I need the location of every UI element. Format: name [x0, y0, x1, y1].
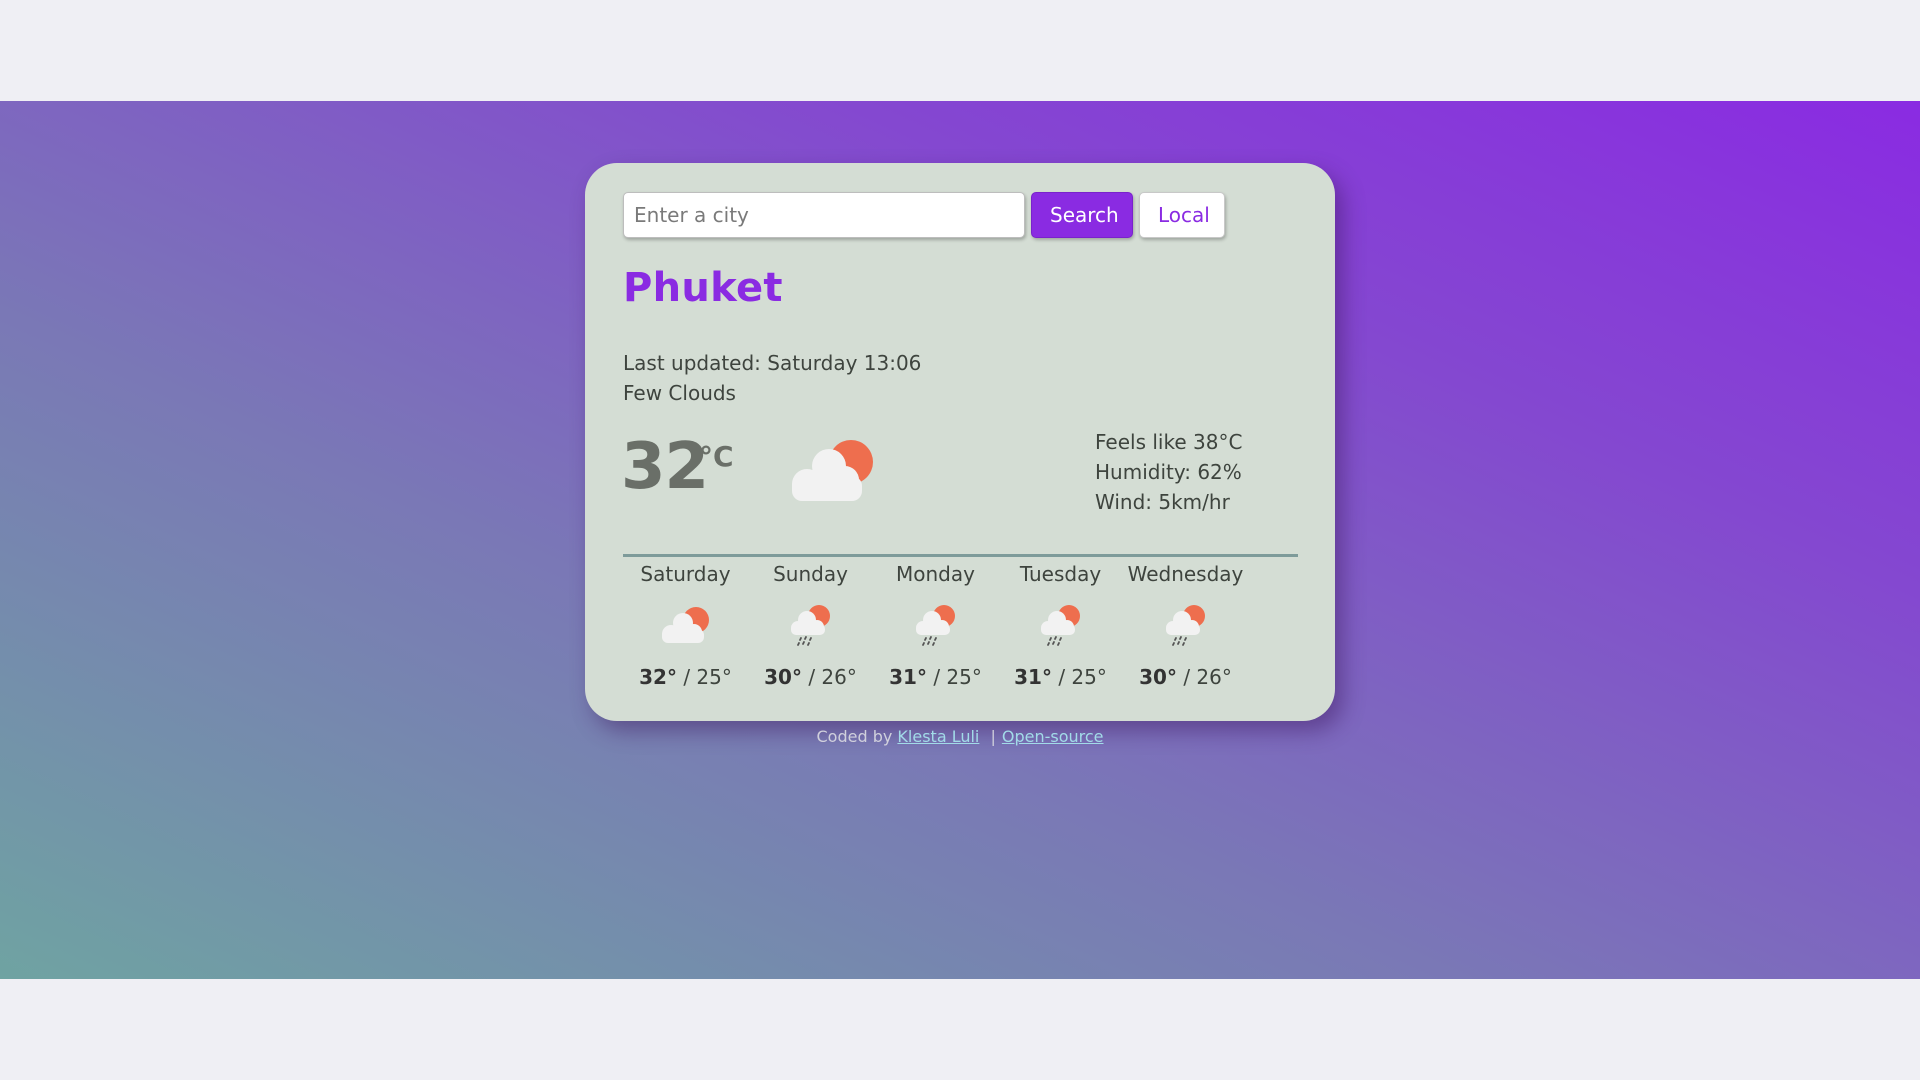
divider — [623, 554, 1298, 557]
forecast-low: 25° — [1071, 665, 1107, 689]
rain-icon — [1165, 605, 1205, 646]
forecast-temps: 31° / 25° — [889, 665, 982, 689]
few-clouds-icon — [792, 440, 873, 501]
weather-details: Feels like 38°C Humidity: 62% Wind: 5km/… — [1095, 427, 1242, 517]
current-temperature: 32 — [621, 430, 709, 504]
last-updated: Last updated: Saturday 13:06 — [623, 351, 922, 375]
temperature-unit: °C — [699, 440, 734, 473]
wind: Wind: 5km/hr — [1095, 490, 1230, 514]
forecast-high: 30° — [1139, 665, 1177, 689]
forecast-day-name: Wednesday — [1127, 562, 1244, 586]
forecast-low: 26° — [821, 665, 857, 689]
search-form: Search Local — [623, 192, 1225, 238]
humidity: Humidity: 62% — [1095, 460, 1242, 484]
forecast-day: Tuesday 31° / 25° — [998, 559, 1123, 689]
forecast-day: Sunday 30° / 26° — [748, 559, 873, 689]
forecast-day: Monday 31° / 25° — [873, 559, 998, 689]
rain-icon — [915, 605, 955, 646]
forecast-low: 25° — [696, 665, 732, 689]
weather-card: Search Local Phuket Last updated: Saturd… — [585, 163, 1335, 721]
forecast-high: 31° — [1014, 665, 1052, 689]
city-name: Phuket — [623, 265, 783, 311]
forecast-low: 25° — [946, 665, 982, 689]
forecast-low: 26° — [1196, 665, 1232, 689]
footer: Coded by Klesta Luli | Open-source — [0, 727, 1920, 746]
forecast-high: 32° — [639, 665, 677, 689]
forecast-day-name: Monday — [896, 562, 975, 586]
rain-icon — [790, 605, 830, 646]
weather-description: Few Clouds — [623, 381, 736, 405]
local-button[interactable]: Local — [1139, 192, 1225, 238]
forecast-temps: 31° / 25° — [1014, 665, 1107, 689]
footer-credit-text: Coded by — [816, 727, 893, 746]
forecast-row: Saturday 32° / 25° Sunday 30° / 26° Mond… — [623, 559, 1248, 689]
search-button[interactable]: Search — [1031, 192, 1133, 238]
feels-like: Feels like 38°C — [1095, 430, 1243, 454]
forecast-day-name: Sunday — [773, 562, 848, 586]
forecast-high: 30° — [764, 665, 802, 689]
footer-separator: | — [990, 727, 996, 746]
few-clouds-icon — [661, 607, 709, 643]
forecast-day-name: Saturday — [640, 562, 731, 586]
weather-meta: Last updated: Saturday 13:06 Few Clouds — [623, 348, 921, 408]
author-link[interactable]: Klesta Luli — [897, 727, 979, 746]
forecast-temps: 30° / 26° — [1139, 665, 1232, 689]
forecast-high: 31° — [889, 665, 927, 689]
city-search-input[interactable] — [623, 192, 1025, 238]
forecast-day: Saturday 32° / 25° — [623, 559, 748, 689]
open-source-link[interactable]: Open-source — [1002, 727, 1104, 746]
forecast-day-name: Tuesday — [1019, 562, 1102, 586]
rain-icon — [1040, 605, 1080, 646]
forecast-day: Wednesday 30° / 26° — [1123, 559, 1248, 689]
forecast-temps: 30° / 26° — [764, 665, 857, 689]
forecast-temps: 32° / 25° — [639, 665, 732, 689]
